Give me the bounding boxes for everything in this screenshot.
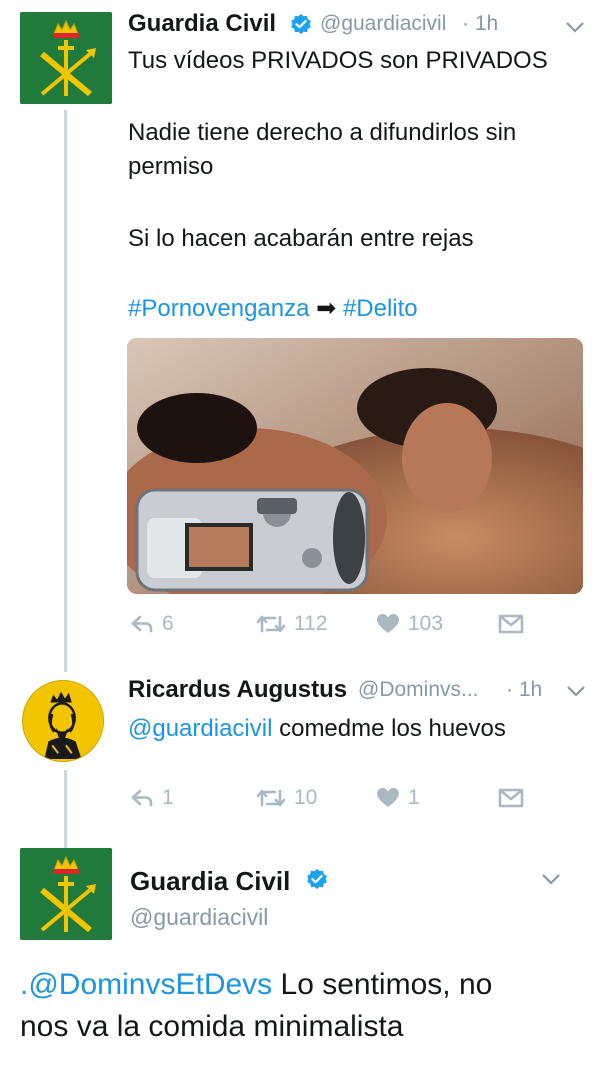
chevron-down-icon[interactable] — [540, 872, 562, 886]
tweet1-line3: Si lo hacen acabarán entre rejas — [128, 225, 474, 252]
tweet2-retweet-count: 10 — [294, 786, 318, 809]
tweet3-text-a: Lo sentimos, no — [272, 968, 493, 1001]
tweet1-retweet-count: 112 — [294, 612, 328, 635]
guardia-civil-avatar[interactable] — [20, 12, 112, 104]
mention-guardiacivil[interactable]: @guardiacivil — [128, 715, 272, 742]
tweet3-handle[interactable]: @guardiacivil — [130, 904, 268, 931]
reply-icon — [131, 789, 153, 807]
guardia-civil-avatar-reply[interactable] — [20, 848, 112, 940]
tweet1-author-name[interactable]: Guardia Civil — [128, 10, 276, 38]
thread-line-middle — [64, 770, 67, 848]
tweet3-line2: nos va la comida minimalista — [20, 1010, 404, 1043]
reply-icon — [131, 615, 153, 633]
tweet1-dm-button[interactable] — [498, 614, 524, 634]
mention-dominvsetdevs[interactable]: .@DominvsEtDevs — [20, 968, 272, 1001]
tweet1-retweet-button[interactable]: 112 — [256, 612, 327, 636]
tweet1-like-button[interactable]: 103 — [376, 612, 443, 636]
tweet3-author-name[interactable]: Guardia Civil — [130, 866, 290, 897]
tweet1-hashtags: #Pornovenganza ➡ #Delito — [128, 292, 418, 326]
tweet2-dm-button[interactable] — [498, 788, 524, 808]
heart-icon — [377, 614, 399, 633]
tweet2-author-name[interactable]: Ricardus Augustus — [128, 676, 347, 704]
tweet1-reply-count: 6 — [162, 612, 174, 635]
tweet2-reply-count: 1 — [162, 786, 174, 809]
tweet3-text: .@DominvsEtDevs Lo sentimos, no nos va l… — [20, 964, 580, 1048]
tweet2-like-count: 1 — [408, 786, 420, 809]
tweet1-line1: Tus vídeos PRIVADOS son PRIVADOS — [128, 47, 548, 74]
chevron-down-icon[interactable] — [565, 684, 587, 698]
hashtag-pornovenganza[interactable]: #Pornovenganza — [128, 295, 309, 322]
envelope-icon — [498, 788, 524, 808]
heart-icon — [377, 788, 399, 807]
chevron-down-icon[interactable] — [564, 20, 586, 34]
tweet2-like-button[interactable]: 1 — [376, 786, 420, 810]
tweet2-reply-button[interactable]: 1 — [130, 786, 174, 810]
envelope-icon — [498, 614, 524, 634]
tweet2-retweet-button[interactable]: 10 — [256, 786, 317, 810]
ricardus-augustus-avatar[interactable] — [22, 680, 104, 762]
tweet1-like-count: 103 — [408, 612, 444, 635]
tweet1-media-image[interactable] — [127, 338, 583, 594]
tweet2-text: @guardiacivil comedme los huevos — [128, 712, 506, 746]
tweet1-line2b: permiso — [128, 153, 214, 180]
tweet3-line1: .@DominvsEtDevs Lo sentimos, no — [20, 964, 580, 1006]
arrow-emoji: ➡ — [316, 295, 337, 322]
tweet1-reply-button[interactable]: 6 — [130, 612, 174, 636]
tweet2-handle[interactable]: @Dominvs... — [358, 678, 479, 702]
retweet-icon — [256, 615, 286, 633]
hashtag-delito[interactable]: #Delito — [343, 295, 418, 322]
tweet2-body: comedme los huevos — [272, 715, 506, 742]
tweet1-handle[interactable]: @guardiacivil — [320, 12, 446, 36]
tweet1-line2a: Nadie tiene derecho a difundirlos sin — [128, 119, 517, 146]
verified-badge-icon — [291, 13, 311, 35]
tweet2-time[interactable]: · 1h — [506, 678, 542, 702]
retweet-icon — [256, 789, 286, 807]
tweet1-time[interactable]: · 1h — [462, 12, 498, 36]
verified-badge-icon — [307, 868, 327, 890]
thread-line-top — [64, 110, 67, 672]
